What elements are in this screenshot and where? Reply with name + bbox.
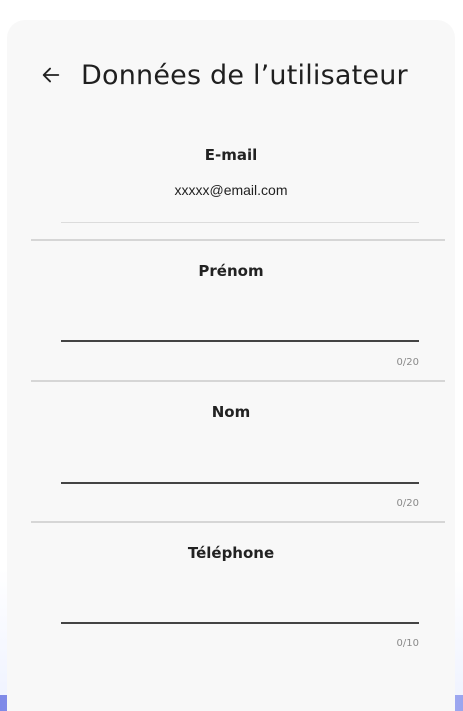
first-name-section: Prénom	[7, 262, 455, 280]
first-name-input[interactable]	[61, 310, 423, 340]
last-name-counter: 0/20	[396, 498, 419, 509]
arrow-left-icon	[42, 67, 60, 83]
last-name-label: Nom	[211, 403, 251, 421]
phone-input[interactable]	[61, 592, 423, 622]
last-name-input[interactable]	[61, 452, 423, 482]
section-divider	[31, 239, 445, 241]
first-name-counter: 0/20	[396, 357, 419, 368]
email-underline	[61, 222, 419, 223]
last-name-underline	[61, 482, 419, 484]
phone-counter: 0/10	[396, 638, 419, 649]
email-value: xxxxx@email.com	[174, 182, 288, 198]
page-title: Données de l’utilisateur	[81, 59, 408, 91]
email-section: E-mail xxxxx@email.com	[7, 146, 455, 198]
top-strip	[0, 0, 463, 20]
phone-label: Téléphone	[187, 544, 275, 562]
first-name-label: Prénom	[198, 262, 264, 280]
section-divider	[31, 521, 445, 523]
last-name-section: Nom	[7, 403, 455, 421]
phone-underline	[61, 622, 419, 624]
phone-section: Téléphone	[7, 544, 455, 562]
section-divider	[31, 380, 445, 382]
back-button[interactable]	[31, 55, 71, 95]
user-data-screen: Données de l’utilisateur E-mail xxxxx@em…	[7, 20, 455, 711]
app-bar: Données de l’utilisateur	[7, 50, 455, 100]
screen-bottom	[7, 695, 455, 711]
email-label: E-mail	[204, 146, 258, 164]
first-name-underline	[61, 340, 419, 342]
